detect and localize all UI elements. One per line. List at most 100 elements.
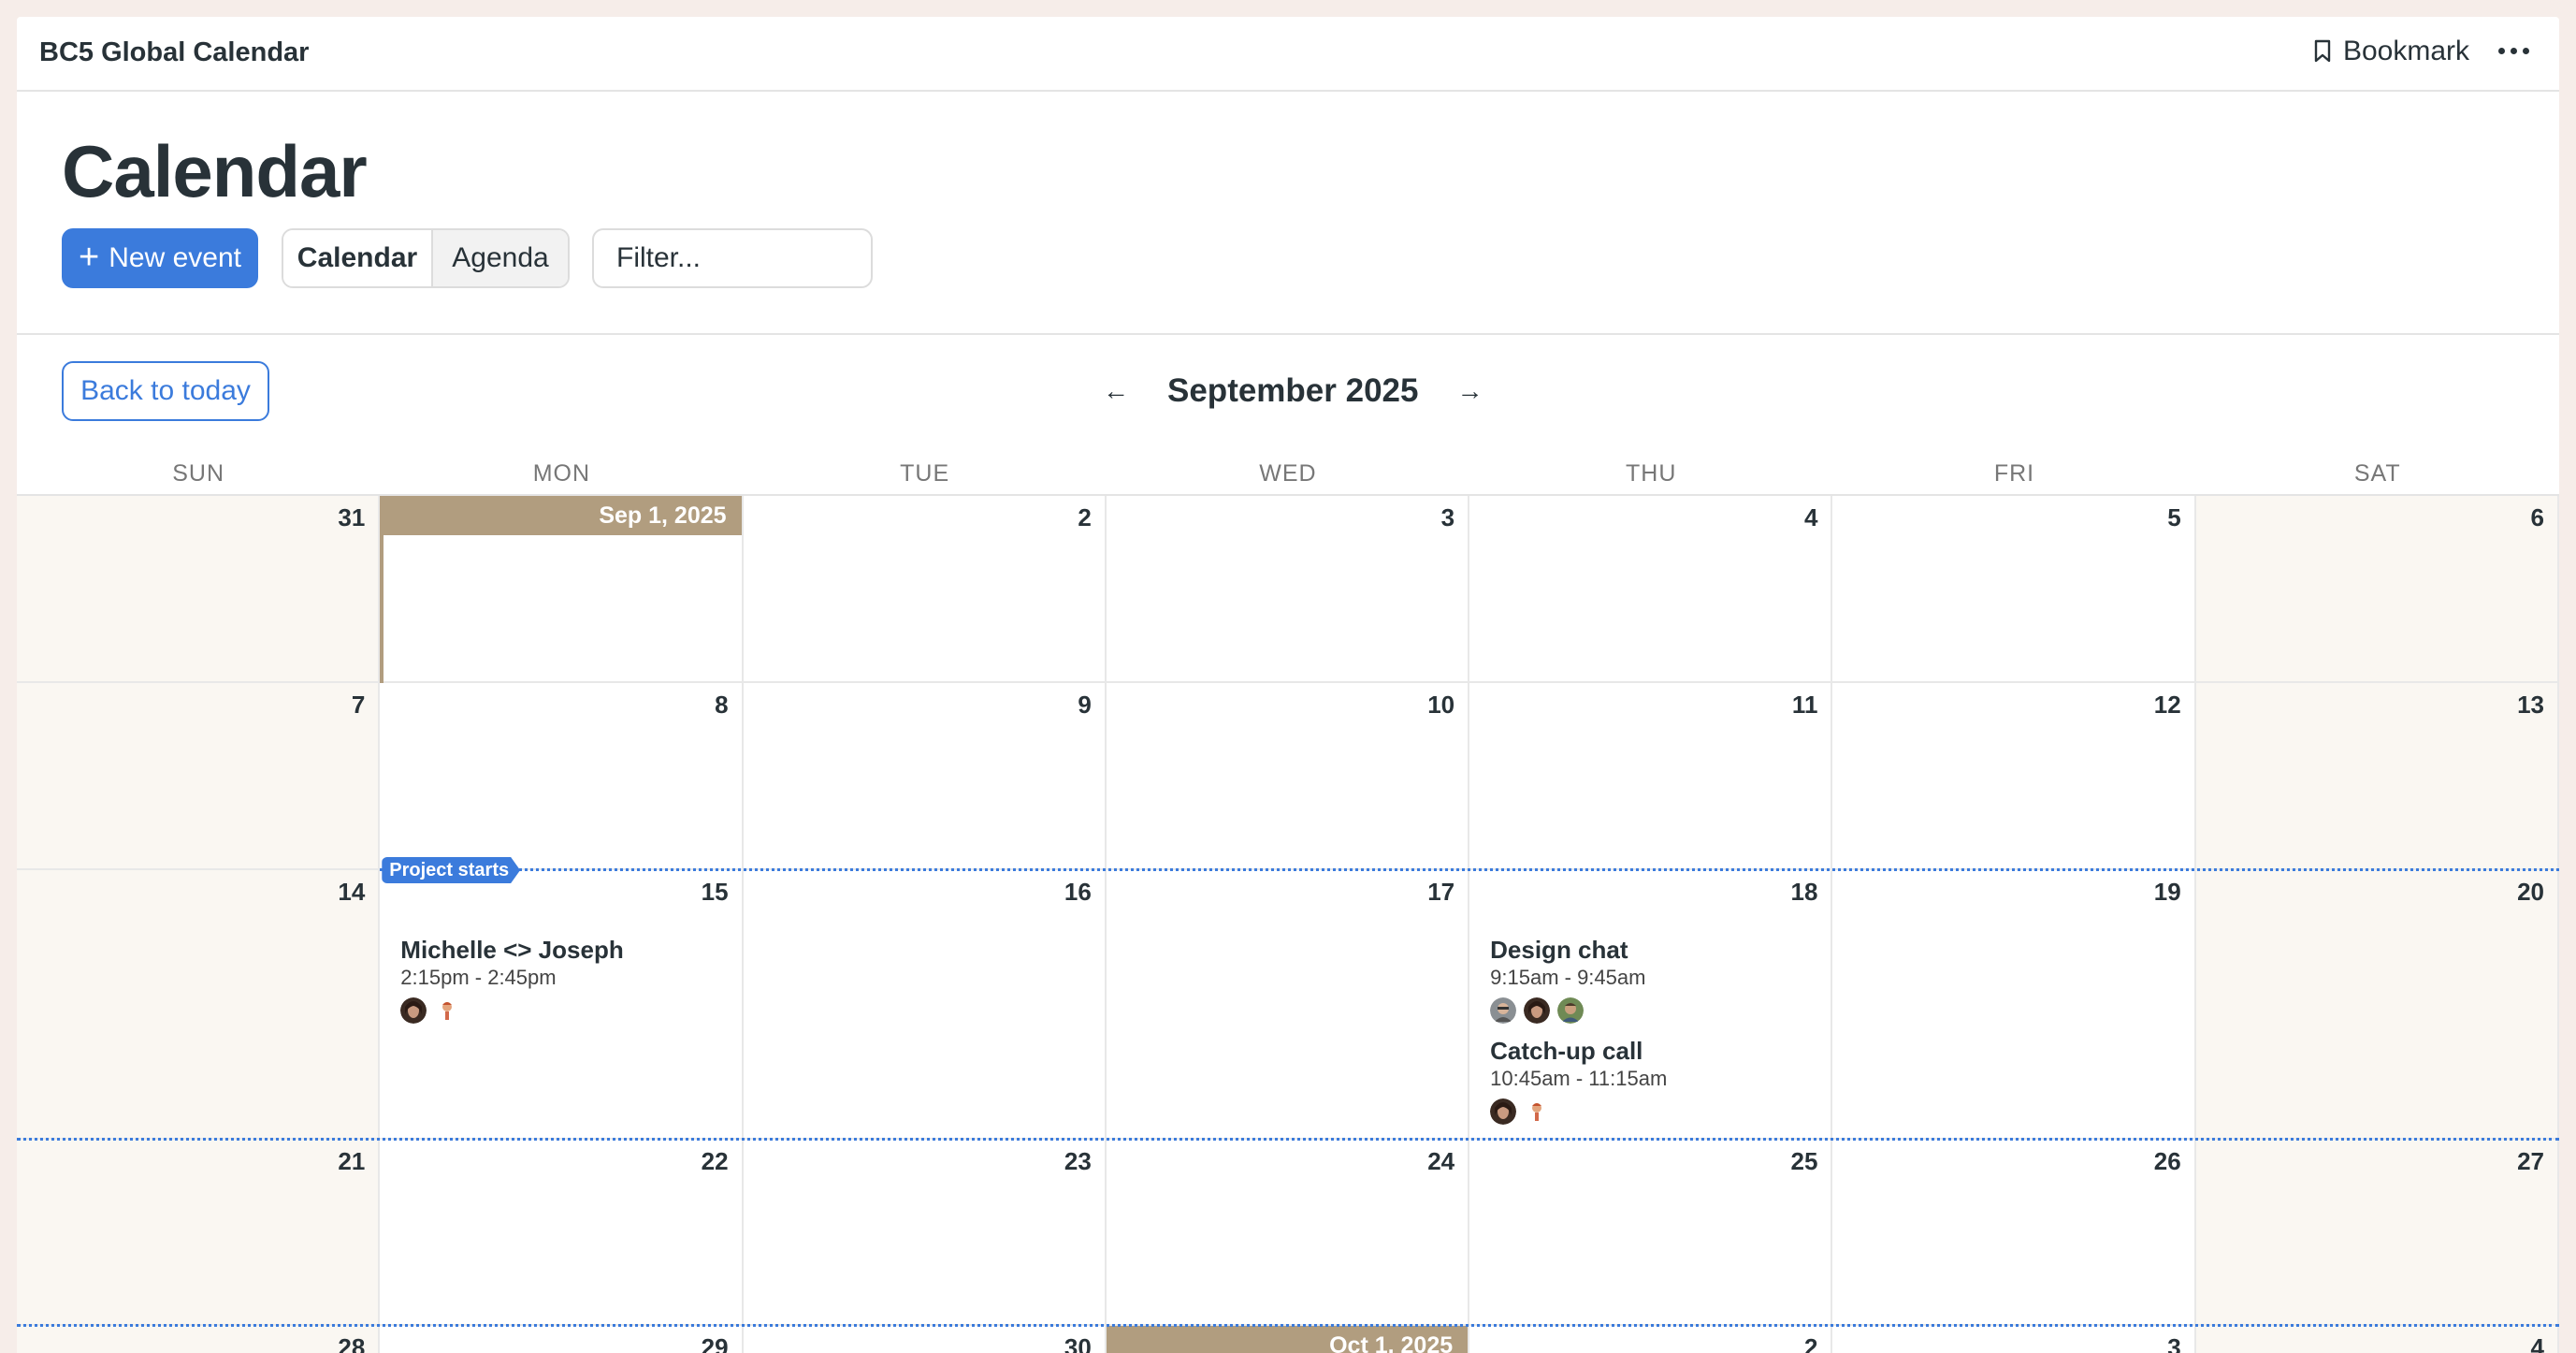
day-cell[interactable]: 8 — [380, 683, 744, 870]
day-cell[interactable]: 4 — [2195, 1326, 2559, 1353]
more-options-button[interactable] — [2490, 32, 2537, 69]
day-cell[interactable]: 4 — [1469, 496, 1833, 683]
day-number: 24 — [1427, 1147, 1455, 1175]
day-cell[interactable]: 20 — [2195, 870, 2559, 1140]
avatar-woman[interactable] — [1490, 1098, 1517, 1125]
calendar-event[interactable]: Michelle <> Joseph 2:15pm - 2:45pm — [400, 936, 624, 1024]
month-label: September 2025 — [1167, 372, 1419, 409]
day-cell[interactable]: 10 — [1106, 683, 1470, 870]
day-number: 10 — [1427, 691, 1455, 719]
day-cell[interactable]: 25 — [1469, 1140, 1833, 1326]
tab-agenda[interactable]: Agenda — [433, 230, 568, 286]
day-cell[interactable]: 7 — [17, 683, 381, 870]
calendar-event[interactable]: Design chat 9:15am - 9:45am — [1490, 936, 1645, 1024]
day-cell[interactable]: 21 — [17, 1140, 381, 1326]
event-time: 2:15pm - 2:45pm — [400, 966, 557, 989]
bookmark-icon — [2314, 39, 2331, 63]
day-number: 4 — [2530, 1333, 2544, 1353]
month-start-label: Sep 1, 2025 — [380, 496, 742, 535]
project-span-line[interactable] — [17, 1324, 2559, 1327]
calendar-event[interactable]: Catch-up call 10:45am - 11:15am — [1490, 1037, 1667, 1125]
day-cell[interactable]: 28 — [17, 1326, 381, 1353]
day-number: 31 — [338, 503, 366, 531]
weekday-sun: SUN — [172, 460, 225, 487]
view-toggle: Calendar Agenda — [282, 228, 570, 288]
day-cell[interactable]: 19 — [1832, 870, 2196, 1140]
more-dots-icon — [2497, 47, 2505, 54]
day-number: 11 — [1791, 691, 1818, 719]
event-attendees — [400, 997, 623, 1024]
weekday-header: SUN MON TUE WED THU FRI SAT — [17, 453, 2559, 494]
day-number: 27 — [2517, 1147, 2544, 1175]
month-start-label: Oct 1, 2025 — [1106, 1326, 1469, 1353]
day-number: 17 — [1427, 878, 1455, 906]
day-number: 12 — [2153, 691, 2181, 719]
day-cell[interactable]: 12 — [1832, 683, 2196, 870]
day-number: 8 — [715, 691, 729, 719]
event-attendees — [1490, 997, 1645, 1024]
new-event-button[interactable]: + New event — [62, 228, 258, 288]
avatar-man-green[interactable] — [1557, 997, 1585, 1024]
day-cell[interactable]: 14 — [17, 870, 381, 1140]
day-cell[interactable]: 31 — [17, 496, 381, 683]
day-number: 13 — [2517, 691, 2544, 719]
day-cell[interactable]: 17 — [1106, 870, 1470, 1140]
page-title: Calendar — [62, 130, 368, 212]
weekday-tue: TUE — [900, 460, 950, 487]
day-number: 4 — [1803, 503, 1818, 531]
day-cell[interactable]: 5 — [1832, 496, 2196, 683]
day-cell[interactable]: 3 — [1106, 496, 1470, 683]
day-cell[interactable]: 22 — [380, 1140, 744, 1326]
day-cell[interactable]: 27 — [2195, 1140, 2559, 1326]
weekday-mon: MON — [532, 460, 591, 487]
day-cell[interactable]: 9 — [743, 683, 1107, 870]
calendar-grid: 31 Sep 1, 2025 2 3 4 5 6 7 8 9 10 11 12 13 14 15 16 17 18 1… — [17, 494, 2559, 1353]
project-title[interactable]: BC5 Global Calendar — [39, 37, 309, 68]
plus-icon: + — [79, 237, 100, 277]
tab-calendar[interactable]: Calendar — [283, 230, 433, 286]
day-cell[interactable]: 2 — [1469, 1326, 1833, 1353]
back-to-today-button[interactable]: Back to today — [62, 361, 269, 421]
project-starts-tag[interactable]: Project starts — [382, 857, 520, 883]
weekday-wed: WED — [1259, 460, 1317, 487]
bookmark-button[interactable]: Bookmark — [2313, 36, 2469, 67]
avatar-man-red[interactable] — [434, 997, 461, 1024]
day-number: 20 — [2517, 878, 2544, 906]
prev-month-arrow-icon[interactable]: ← — [1102, 376, 1130, 406]
day-cell[interactable]: 3 — [1832, 1326, 2196, 1353]
avatar-man-red[interactable] — [1524, 1098, 1551, 1125]
day-cell[interactable]: 30 — [743, 1326, 1107, 1353]
more-dots-icon — [2522, 47, 2529, 54]
calendar-panel: BC5 Global Calendar Bookmark Calendar + … — [17, 17, 2559, 1353]
project-span-line[interactable] — [17, 1138, 2559, 1141]
day-cell[interactable]: 24 — [1106, 1140, 1470, 1326]
day-cell[interactable]: Sep 1, 2025 — [380, 496, 744, 683]
event-attendees — [1490, 1098, 1667, 1125]
day-number: 22 — [701, 1147, 729, 1175]
filter-input[interactable] — [592, 228, 873, 288]
day-cell[interactable]: 23 — [743, 1140, 1107, 1326]
next-month-arrow-icon[interactable]: → — [1455, 376, 1483, 406]
avatar-woman[interactable] — [400, 997, 427, 1024]
day-cell[interactable]: 16 — [743, 870, 1107, 1140]
day-number: 7 — [351, 691, 366, 719]
avatar-man-glasses[interactable] — [1490, 997, 1517, 1024]
day-cell[interactable]: 2 — [743, 496, 1107, 683]
project-span-line[interactable] — [380, 868, 2559, 871]
day-number: 2 — [1803, 1333, 1818, 1353]
top-bar: BC5 Global Calendar Bookmark — [17, 17, 2559, 92]
day-number: 2 — [1078, 503, 1092, 531]
day-cell[interactable]: 6 — [2195, 496, 2559, 683]
weekday-sat: SAT — [2353, 460, 2401, 487]
day-number: 28 — [338, 1333, 366, 1353]
month-navigation: ← September 2025 → — [1102, 372, 1483, 410]
day-cell[interactable]: 11 — [1469, 683, 1833, 870]
day-cell[interactable]: Oct 1, 2025 — [1106, 1326, 1470, 1353]
day-number: 14 — [338, 878, 366, 906]
avatar-woman[interactable] — [1524, 997, 1551, 1024]
header-divider — [17, 333, 2559, 335]
day-cell[interactable]: 26 — [1832, 1140, 2196, 1326]
event-time: 9:15am - 9:45am — [1490, 966, 1646, 989]
day-cell[interactable]: 13 — [2195, 683, 2559, 870]
day-cell[interactable]: 29 — [380, 1326, 744, 1353]
